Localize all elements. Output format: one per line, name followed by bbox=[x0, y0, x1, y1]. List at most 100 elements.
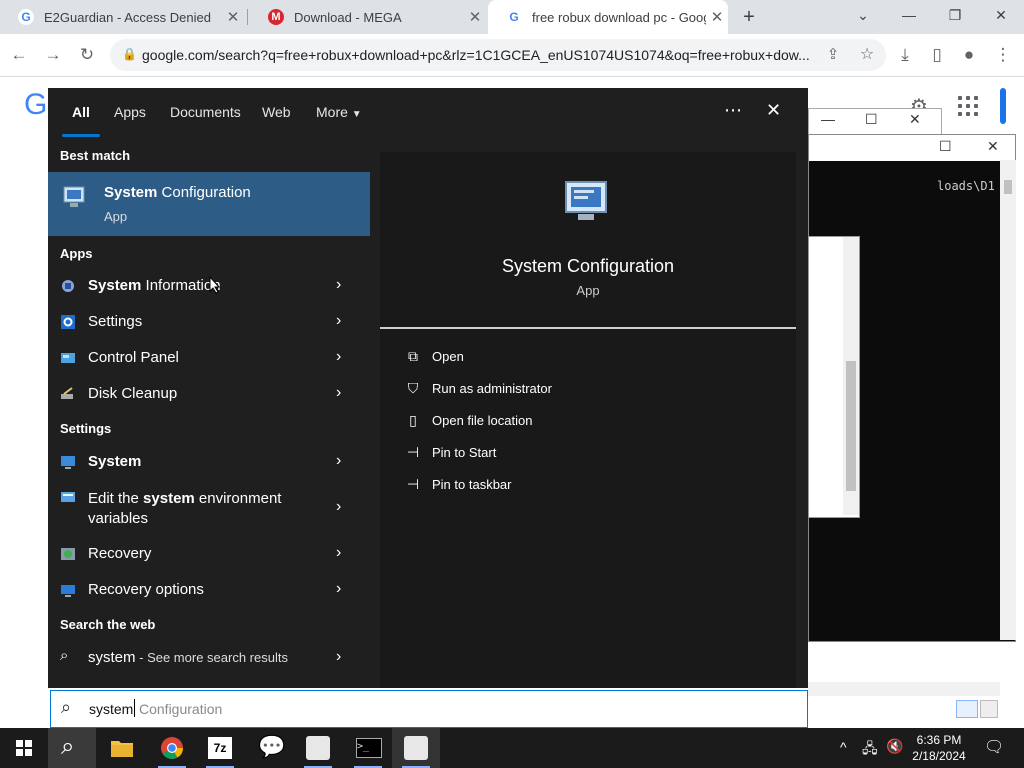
result-disk-cleanup[interactable]: Disk Cleanup › bbox=[48, 376, 370, 412]
tab-title: Download - MEGA bbox=[294, 9, 402, 25]
close-window-button[interactable]: ✕ bbox=[987, 138, 999, 155]
chevron-right-icon[interactable]: › bbox=[336, 498, 341, 516]
best-match-item[interactable]: System Configuration App bbox=[48, 172, 370, 236]
result-system[interactable]: System › bbox=[48, 444, 370, 480]
tab-documents[interactable]: Documents bbox=[170, 104, 241, 120]
back-button[interactable]: ← bbox=[6, 42, 32, 68]
chevron-right-icon[interactable]: › bbox=[336, 276, 341, 294]
start-button[interactable] bbox=[0, 728, 48, 768]
close-tab-icon[interactable]: ✕ bbox=[222, 8, 244, 26]
chrome-menu-icon[interactable]: ⋮ bbox=[990, 42, 1016, 68]
tab-search-chevron-icon[interactable]: ⌄ bbox=[840, 0, 886, 30]
scroll-thumb[interactable] bbox=[1004, 180, 1012, 194]
action-open[interactable]: ⧉ Open bbox=[404, 346, 704, 370]
active-tab-indicator bbox=[62, 134, 100, 137]
console-text: loads\D1 bbox=[937, 179, 995, 193]
horizontal-scrollbar[interactable] bbox=[808, 682, 1000, 696]
result-recovery-options[interactable]: Recovery options › bbox=[48, 572, 370, 608]
java-taskbar-button[interactable] bbox=[294, 728, 342, 768]
lock-icon[interactable]: 🔒 bbox=[122, 47, 137, 61]
chevron-right-icon[interactable]: › bbox=[336, 452, 341, 470]
close-window-button[interactable]: ✕ bbox=[909, 111, 921, 128]
chrome-taskbar-button[interactable] bbox=[148, 728, 196, 768]
sign-in-button[interactable] bbox=[1000, 88, 1006, 124]
bookmark-star-icon[interactable]: ☆ bbox=[854, 42, 880, 68]
pin-icon: ⊣ bbox=[406, 444, 420, 460]
restore-button[interactable]: ❐ bbox=[932, 0, 978, 30]
windows-logo-icon bbox=[16, 740, 32, 756]
google-logo[interactable]: G bbox=[24, 88, 47, 122]
minimize-button[interactable]: — bbox=[886, 0, 932, 30]
tab-title: E2Guardian - Access Denied bbox=[44, 9, 211, 25]
chevron-right-icon[interactable]: › bbox=[336, 312, 341, 330]
chevron-right-icon[interactable]: › bbox=[336, 348, 341, 366]
google-apps-icon[interactable] bbox=[958, 96, 978, 116]
view-tiles-icon[interactable] bbox=[980, 700, 998, 718]
scroll-thumb[interactable] bbox=[846, 361, 856, 491]
tab-e2guardian[interactable]: G E2Guardian - Access Denied ✕ bbox=[0, 0, 244, 34]
close-window-button[interactable]: ✕ bbox=[978, 0, 1024, 30]
volume-muted-icon[interactable]: 🔇 bbox=[886, 738, 903, 755]
taskbar-search-button[interactable]: ⌕ bbox=[48, 728, 96, 768]
action-open-file-location[interactable]: ▯ Open file location bbox=[404, 410, 704, 434]
result-label-post: environment bbox=[194, 490, 282, 507]
best-match-title-bold: System bbox=[104, 184, 158, 201]
command-prompt-taskbar-button[interactable]: >_ bbox=[344, 728, 392, 768]
action-run-as-administrator[interactable]: ⛉ Run as administrator bbox=[404, 378, 704, 402]
tab-web[interactable]: Web bbox=[262, 104, 291, 120]
close-tab-icon[interactable]: ✕ bbox=[706, 8, 728, 26]
result-environment-variables[interactable]: Edit the system environment variables › bbox=[48, 482, 370, 532]
forward-button[interactable]: → bbox=[40, 42, 66, 68]
chevron-right-icon[interactable]: › bbox=[336, 544, 341, 562]
chrome-icon bbox=[161, 737, 183, 759]
profile-avatar-icon[interactable]: ● bbox=[956, 42, 982, 68]
action-pin-to-start[interactable]: ⊣ Pin to Start bbox=[404, 442, 704, 466]
chevron-right-icon[interactable]: › bbox=[336, 648, 341, 666]
maximize-button[interactable]: ☐ bbox=[865, 111, 878, 128]
tab-google-search[interactable]: G free robux download pc - Google ✕ bbox=[488, 0, 728, 34]
url-text[interactable]: google.com/search?q=free+robux+download+… bbox=[142, 47, 814, 63]
tab-all[interactable]: All bbox=[72, 104, 90, 120]
notification-center-icon[interactable]: 🗨 bbox=[984, 737, 1004, 757]
result-web-search[interactable]: ⌕ system - See more search results › bbox=[48, 640, 370, 676]
result-control-panel[interactable]: Control Panel › bbox=[48, 340, 370, 376]
more-options-icon[interactable]: ⋯ bbox=[724, 100, 742, 121]
system-clock[interactable]: 6:36 PM 2/18/2024 bbox=[908, 732, 970, 764]
download-icon[interactable]: ⤓ bbox=[892, 42, 918, 68]
close-tab-icon[interactable]: ✕ bbox=[464, 8, 486, 26]
minimize-button[interactable]: — bbox=[821, 111, 835, 127]
show-hidden-icons-chevron-icon[interactable]: ^ bbox=[840, 739, 847, 755]
address-bar[interactable]: 🔒 google.com/search?q=free+robux+downloa… bbox=[110, 39, 886, 71]
best-match-title-rest: Configuration bbox=[157, 184, 251, 201]
help-taskbar-button[interactable]: 💬 bbox=[246, 728, 294, 768]
7zip-icon: 7z bbox=[208, 737, 232, 759]
tab-more[interactable]: More ▼ bbox=[316, 104, 362, 120]
search-input[interactable]: ⌕ system Configuration bbox=[50, 690, 808, 728]
file-explorer-button[interactable] bbox=[98, 728, 146, 768]
page-scrollbar[interactable] bbox=[1000, 160, 1016, 640]
system-configuration-icon bbox=[62, 184, 88, 210]
maximize-button[interactable]: ☐ bbox=[939, 138, 952, 155]
action-pin-to-taskbar[interactable]: ⊣ Pin to taskbar bbox=[404, 474, 704, 498]
result-settings[interactable]: Settings › bbox=[48, 304, 370, 340]
tab-mega[interactable]: M Download - MEGA ✕ bbox=[250, 0, 486, 34]
close-search-button[interactable]: ✕ bbox=[766, 100, 781, 121]
chevron-right-icon[interactable]: › bbox=[336, 384, 341, 402]
7zip-taskbar-button[interactable]: 7z bbox=[196, 728, 244, 768]
tab-apps[interactable]: Apps bbox=[114, 104, 146, 120]
result-recovery[interactable]: Recovery › bbox=[48, 536, 370, 572]
recovery-icon bbox=[61, 548, 75, 560]
java-taskbar-button-2[interactable] bbox=[392, 728, 440, 768]
new-tab-button[interactable]: + bbox=[738, 6, 760, 28]
side-panel-icon[interactable]: ▯ bbox=[924, 42, 950, 68]
reload-button[interactable]: ↻ bbox=[74, 42, 100, 68]
environment-variables-icon bbox=[61, 492, 75, 502]
dialog-scrollbar[interactable] bbox=[843, 237, 859, 515]
network-icon[interactable]: 🖧 bbox=[862, 738, 878, 762]
result-label: Control Panel bbox=[88, 349, 179, 366]
share-icon[interactable]: ⇪ bbox=[820, 42, 846, 68]
section-header-best-match: Best match bbox=[60, 148, 131, 163]
web-query-suffix: - See more search results bbox=[135, 650, 288, 665]
view-details-icon[interactable] bbox=[956, 700, 978, 718]
chevron-right-icon[interactable]: › bbox=[336, 580, 341, 598]
